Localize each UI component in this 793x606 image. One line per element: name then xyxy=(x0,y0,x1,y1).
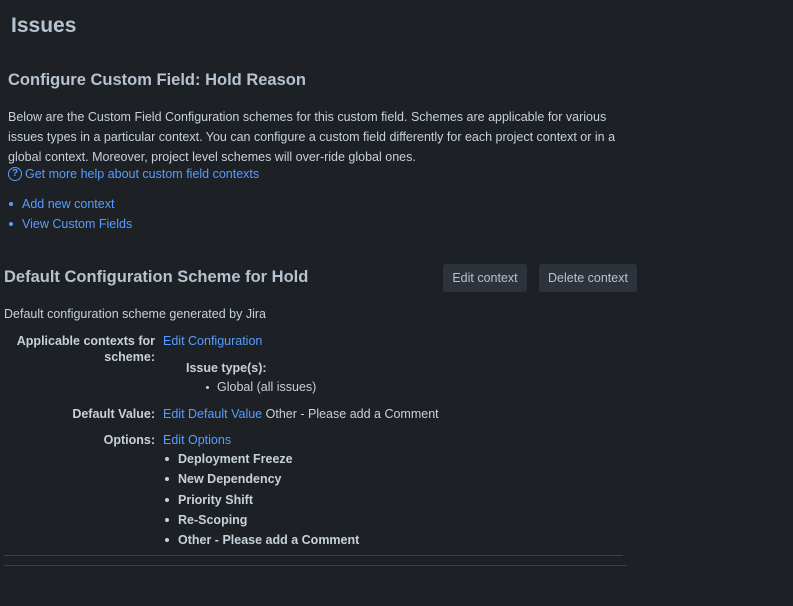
list-item: Add new context xyxy=(8,194,132,214)
list-item: Priority Shift xyxy=(163,490,359,510)
edit-options-link[interactable]: Edit Options xyxy=(163,432,231,448)
option-label: Re-Scoping xyxy=(178,513,248,528)
applicable-contexts-label-line1: Applicable contexts for xyxy=(16,334,155,348)
edit-default-value-link[interactable]: Edit Default Value xyxy=(163,407,262,421)
list-item: Re-Scoping xyxy=(163,510,359,530)
default-value: Other - Please add a Comment xyxy=(265,407,439,421)
view-custom-fields-link[interactable]: View Custom Fields xyxy=(22,214,132,234)
option-label: Other - Please add a Comment xyxy=(178,533,360,548)
bullet-icon xyxy=(9,202,13,206)
list-item: Deployment Freeze xyxy=(163,449,359,469)
options-list: Deployment Freeze New Dependency Priorit… xyxy=(163,449,359,550)
help-link-label: Get more help about custom field context… xyxy=(25,167,260,181)
custom-field-description: Below are the Custom Field Configuration… xyxy=(8,110,616,164)
issue-type-label: Global (all issues) xyxy=(217,380,317,394)
help-link[interactable]: ? Get more help about custom field conte… xyxy=(8,167,259,181)
divider xyxy=(4,565,627,566)
bullet-icon xyxy=(165,538,169,543)
bullet-icon xyxy=(9,222,13,226)
custom-field-title: Configure Custom Field: Hold Reason xyxy=(8,71,306,89)
help-icon: ? xyxy=(8,167,22,181)
bullet-icon xyxy=(165,477,169,482)
divider xyxy=(4,555,623,556)
bullet-icon xyxy=(206,385,209,389)
bullet-icon xyxy=(165,457,169,462)
applicable-contexts-label: Applicable contexts for scheme: xyxy=(17,333,155,365)
list-item: Other - Please add a Comment xyxy=(163,530,359,550)
action-list: Add new context View Custom Fields xyxy=(8,194,132,234)
list-item: New Dependency xyxy=(163,469,359,489)
option-label: Priority Shift xyxy=(178,492,254,507)
option-label: Deployment Freeze xyxy=(178,452,293,467)
default-value-row: Edit Default Value Other - Please add a … xyxy=(163,406,439,422)
edit-context-button[interactable]: Edit context xyxy=(443,264,527,292)
default-value-label: Default Value: xyxy=(72,407,155,421)
scheme-title: Default Configuration Scheme for Hold xyxy=(4,268,309,286)
applicable-contexts-label-line2: scheme: xyxy=(104,350,155,364)
page-title: Issues xyxy=(11,14,77,37)
options-label: Options: xyxy=(103,433,155,447)
bullet-icon xyxy=(165,518,169,523)
option-label: New Dependency xyxy=(178,472,282,487)
list-item: View Custom Fields xyxy=(8,214,132,234)
add-new-context-link[interactable]: Add new context xyxy=(22,194,114,214)
delete-context-button[interactable]: Delete context xyxy=(539,264,637,292)
bullet-icon xyxy=(165,497,169,502)
scheme-description: Default configuration scheme generated b… xyxy=(4,307,266,321)
issue-type-item: Global (all issues) xyxy=(206,380,316,394)
edit-configuration-link[interactable]: Edit Configuration xyxy=(163,333,262,349)
issue-types-label: Issue type(s): xyxy=(186,361,267,375)
